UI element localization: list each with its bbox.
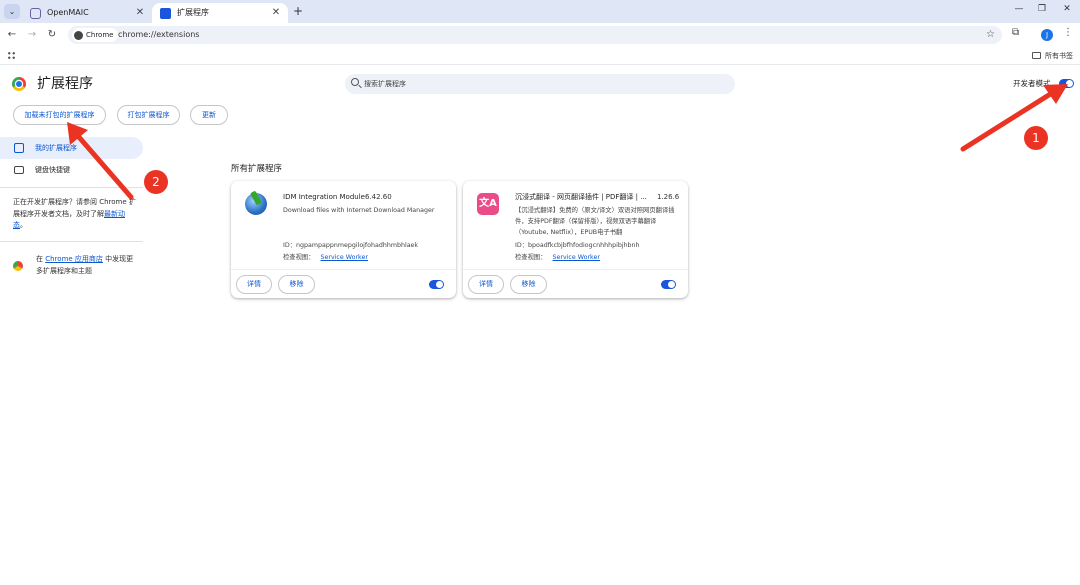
annotation-arrows: [67, 84, 1068, 200]
annotation-badge-1: 1: [1024, 126, 1048, 150]
annotation-badge-2: 2: [144, 170, 168, 194]
arrow-to-dev-mode: [960, 84, 1068, 152]
arrow-to-load-unpacked: [67, 122, 134, 200]
